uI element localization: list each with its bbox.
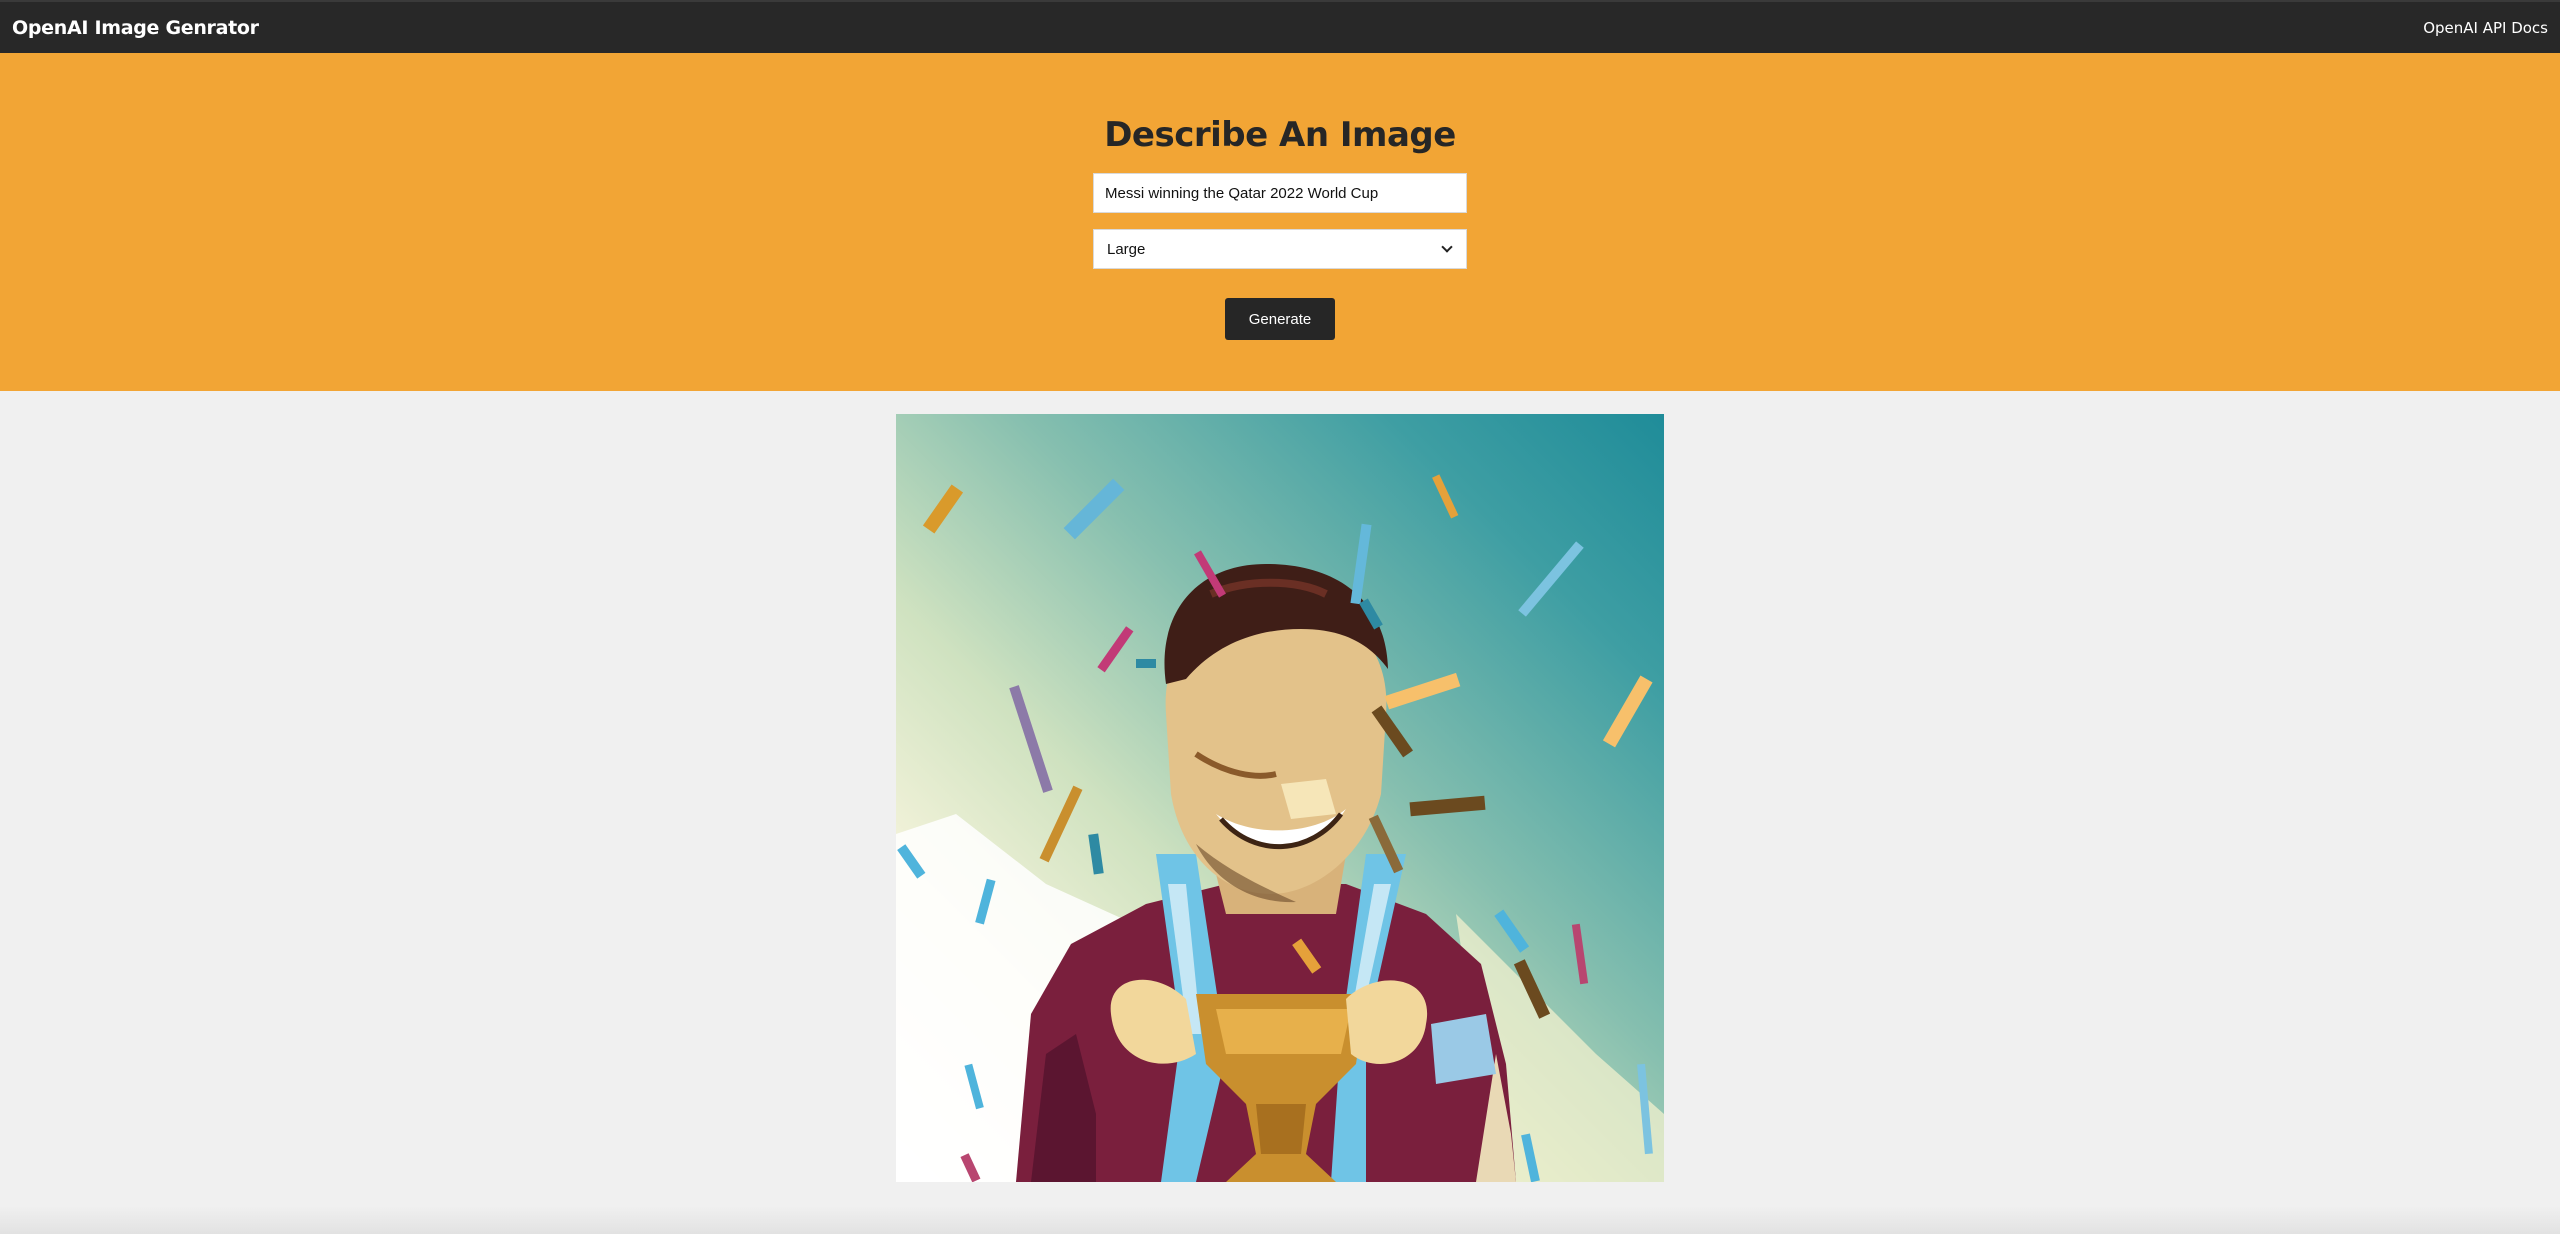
openai-api-docs-link[interactable]: OpenAI API Docs	[2423, 19, 2548, 37]
brand-logo[interactable]: OpenAI Image Genrator	[12, 17, 259, 39]
prompt-form-section: Describe An Image Large Generate	[0, 53, 2560, 391]
form-title: Describe An Image	[1104, 115, 1456, 155]
generate-button[interactable]: Generate	[1225, 298, 1335, 340]
size-select[interactable]: Large	[1093, 229, 1467, 269]
generated-image	[896, 414, 1664, 1182]
chevron-down-icon	[1441, 241, 1453, 253]
generated-image-artwork	[896, 474, 1664, 1182]
prompt-input[interactable]	[1093, 173, 1467, 213]
navbar: OpenAI Image Genrator OpenAI API Docs	[0, 0, 2560, 53]
size-select-value: Large	[1107, 240, 1146, 258]
page-bottom-edge	[0, 1206, 2560, 1234]
